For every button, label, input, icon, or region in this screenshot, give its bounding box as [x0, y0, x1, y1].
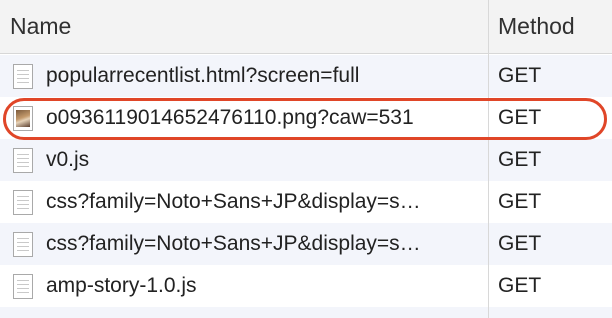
column-header-name[interactable]: Name [10, 0, 71, 54]
document-icon [13, 190, 33, 215]
request-method: GET [498, 190, 542, 213]
document-icon [13, 232, 33, 257]
column-header-method[interactable]: Method [498, 0, 575, 54]
document-icon [13, 148, 33, 173]
request-method: GET [498, 64, 542, 87]
table-row[interactable]: v0.js GET [0, 139, 612, 181]
request-method: GET [498, 274, 542, 297]
request-name: css?family=Noto+Sans+JP&display=s… [46, 190, 421, 213]
request-method: GET [498, 232, 542, 255]
request-name: amp-story-1.0.js [46, 274, 197, 297]
request-name: popularrecentlist.html?screen=full [46, 64, 360, 87]
table-row[interactable] [0, 307, 612, 318]
column-divider[interactable] [488, 0, 489, 318]
network-request-table: Name Method popularrecentlist.html?scree… [0, 0, 612, 318]
document-icon [13, 64, 33, 89]
table-row[interactable]: css?family=Noto+Sans+JP&display=s… GET [0, 181, 612, 223]
request-name: css?family=Noto+Sans+JP&display=s… [46, 232, 421, 255]
table-row[interactable]: popularrecentlist.html?screen=full GET [0, 55, 612, 97]
document-icon [13, 274, 33, 299]
table-row[interactable]: css?family=Noto+Sans+JP&display=s… GET [0, 223, 612, 265]
request-method: GET [498, 148, 542, 171]
table-header: Name Method [0, 0, 612, 54]
highlight-annotation [3, 98, 607, 140]
request-name: v0.js [46, 148, 90, 171]
table-row[interactable]: amp-story-1.0.js GET [0, 265, 612, 307]
